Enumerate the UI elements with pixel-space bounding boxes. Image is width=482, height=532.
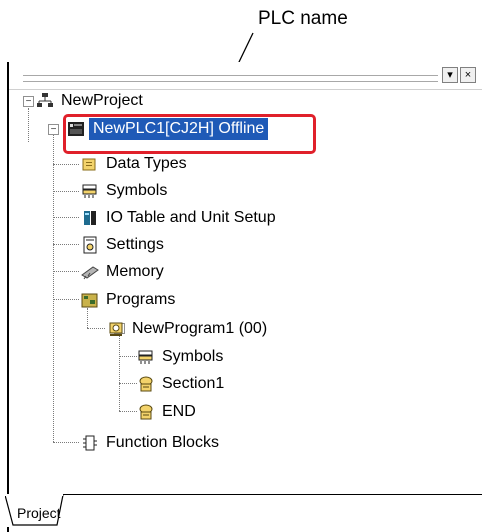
tree-line (28, 108, 29, 142)
close-icon[interactable]: × (460, 67, 476, 83)
tree-node-io-table[interactable]: IO Table and Unit Setup (81, 207, 279, 229)
dropdown-icon[interactable]: ▾ (442, 67, 458, 83)
tree-line (119, 383, 137, 384)
tree-node-label: Programs (106, 291, 176, 308)
tree-node-function-blocks[interactable]: Function Blocks (81, 432, 222, 454)
settings-icon (81, 236, 99, 254)
tree-node-symbols[interactable]: Symbols (81, 180, 170, 202)
data-types-icon (81, 155, 99, 173)
tree-line (53, 244, 79, 245)
tree-node-label: NewProject (61, 92, 143, 109)
section-icon (137, 375, 155, 393)
io-table-icon (81, 209, 99, 227)
tree-line (53, 164, 79, 165)
tab-bar: Project (5, 494, 482, 527)
tree-line (53, 217, 79, 218)
tree-node-settings[interactable]: Settings (81, 234, 167, 256)
tree-node-newprogram1[interactable]: NewProgram1 (00) (107, 318, 270, 340)
symbols-icon (81, 182, 99, 200)
function-blocks-icon (81, 434, 99, 452)
tree-line (53, 271, 79, 272)
symbols-icon (137, 348, 155, 366)
tree-node-label: Memory (106, 263, 164, 280)
tree-node-label: Settings (106, 236, 164, 253)
tree-node-program-symbols[interactable]: Symbols (137, 346, 226, 368)
callout-plc-name: PLC name (258, 8, 348, 29)
program-icon (107, 320, 125, 338)
programs-icon (81, 291, 99, 309)
tree-node-section1[interactable]: Section1 (137, 373, 227, 395)
tree-node-label: IO Table and Unit Setup (106, 209, 276, 226)
collapse-icon[interactable]: − (48, 124, 59, 135)
tree-line (53, 299, 79, 300)
tree-node-label: Symbols (106, 182, 168, 199)
tree-line (87, 308, 88, 328)
tree-line (119, 356, 137, 357)
collapse-icon[interactable]: − (23, 96, 34, 107)
section-icon (137, 403, 155, 421)
plc-name-highlight (63, 114, 316, 154)
tab-project[interactable]: Project (5, 494, 67, 527)
pane-header: ▾ × (9, 62, 482, 90)
memory-icon (81, 263, 99, 281)
tree-line (53, 442, 79, 443)
tree-node-label: NewProgram1 (00) (132, 320, 268, 337)
tree-line (119, 411, 137, 412)
tree-node-memory[interactable]: Memory (81, 261, 167, 283)
tree-node-label: Symbols (162, 348, 224, 365)
tree-node-label: Function Blocks (106, 434, 219, 451)
tree-node-label: Section1 (162, 375, 225, 392)
pane-grip[interactable] (23, 75, 438, 82)
tree-line (87, 328, 105, 329)
network-icon (36, 92, 54, 110)
tree-node-newproject[interactable]: NewProject (36, 90, 146, 112)
tree-line (119, 336, 120, 411)
tree-node-end[interactable]: END (137, 401, 199, 423)
tree-node-programs[interactable]: Programs (81, 289, 178, 311)
tree-line (53, 191, 79, 192)
tree-node-data-types[interactable]: Data Types (81, 153, 190, 175)
tab-label: Project (17, 505, 61, 521)
tree-node-label: Data Types (106, 155, 187, 172)
tree-line (53, 135, 54, 442)
tree-node-label: END (162, 403, 196, 420)
